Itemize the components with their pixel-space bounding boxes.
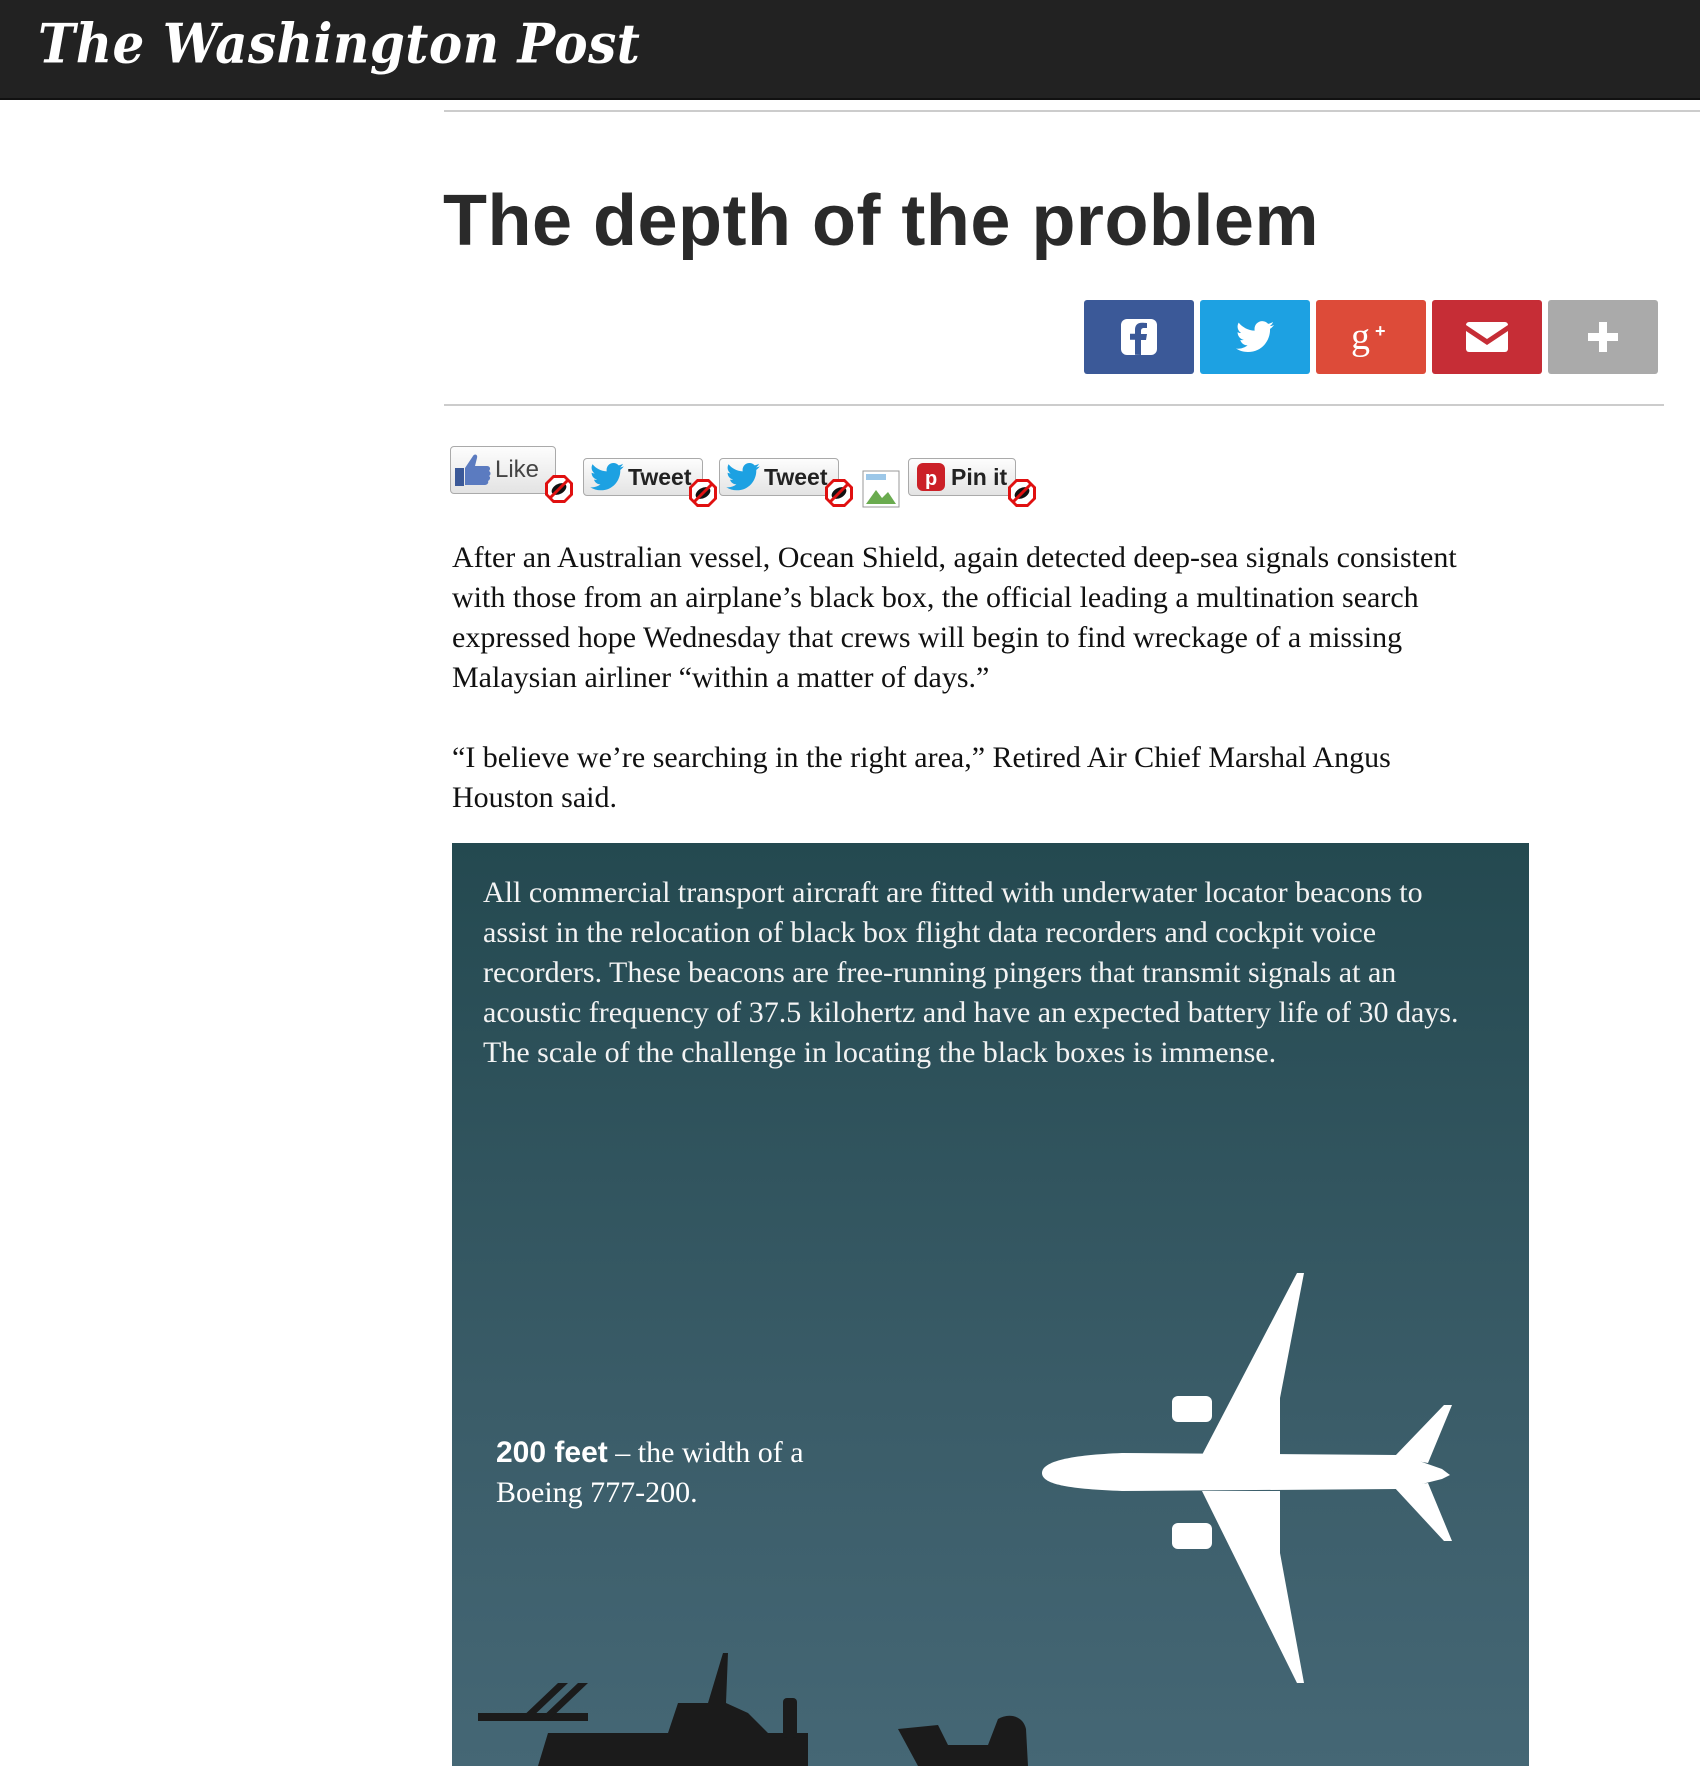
tweet-button-2[interactable]: Tweet [719, 458, 839, 496]
thumbs-up-icon [455, 454, 491, 486]
pin-it-button[interactable]: p Pin it [908, 458, 1016, 496]
twitter-bird-icon [726, 463, 760, 491]
masthead: The Washington Post [0, 0, 1700, 100]
tweet-label: Tweet [764, 463, 828, 490]
blocked-icon [689, 479, 717, 507]
twitter-icon [1236, 321, 1274, 353]
social-widgets-row: Like Tweet Tweet p Pin it [450, 446, 1050, 508]
airplane-illustration [1042, 1273, 1452, 1683]
facebook-icon [1121, 319, 1157, 355]
vessel-silhouette [898, 1715, 1028, 1766]
google-plus-icon: g + [1351, 317, 1386, 357]
infographic-intro: All commercial transport aircraft are fi… [483, 876, 1459, 1069]
envelope-icon [1466, 322, 1508, 352]
facebook-like-button[interactable]: Like [450, 446, 556, 494]
pinterest-icon: p [917, 463, 945, 491]
article-paragraph: After an Australian vessel, Ocean Shield… [452, 541, 1457, 694]
email-share-button[interactable] [1432, 300, 1542, 374]
blocked-icon [1008, 479, 1036, 507]
twitter-share-button[interactable] [1200, 300, 1310, 374]
caption-bold: 200 feet [496, 1436, 608, 1469]
facebook-share-button[interactable] [1084, 300, 1194, 374]
divider [444, 110, 1700, 112]
divider [444, 404, 1664, 406]
blocked-icon [825, 479, 853, 507]
washington-post-logo[interactable]: The Washington Post [38, 12, 640, 76]
like-label: Like [495, 456, 540, 483]
plus-icon [1588, 322, 1618, 352]
article-paragraph: “I believe we’re searching in the right … [452, 741, 1391, 814]
svg-text:p: p [925, 468, 937, 490]
share-bar: g + [1084, 300, 1658, 374]
article-headline: The depth of the problem [443, 181, 1319, 261]
tweet-label: Tweet [628, 463, 692, 490]
google-plus-share-button[interactable]: g + [1316, 300, 1426, 374]
svg-text:g: g [1351, 317, 1370, 357]
blocked-icon [545, 475, 573, 503]
infographic-caption: 200 feet – the width of a Boeing 777-200… [496, 1433, 816, 1513]
tweet-button-1[interactable]: Tweet [583, 458, 703, 496]
twitter-bird-icon [590, 463, 624, 491]
pin-label: Pin it [951, 463, 1008, 490]
svg-text:+: + [1375, 321, 1386, 341]
infographic: All commercial transport aircraft are fi… [452, 843, 1529, 1766]
broken-image-icon [862, 470, 900, 508]
more-share-button[interactable] [1548, 300, 1658, 374]
